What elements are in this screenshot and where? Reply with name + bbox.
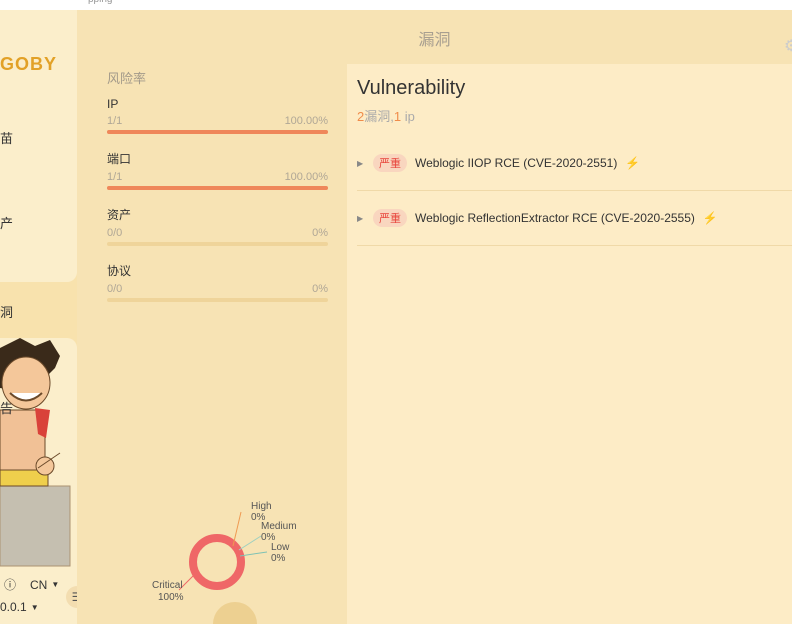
vulnerability-row[interactable]: ▶ 严重 Weblogic IIOP RCE (CVE-2020-2551) ⚡ — [357, 136, 792, 191]
language-select[interactable]: CN — [30, 578, 47, 592]
chevron-down-icon[interactable]: ▼ — [31, 603, 39, 612]
chevron-down-icon[interactable]: ▼ — [51, 580, 59, 589]
stat-ip: IP 1/1 100.00% — [107, 97, 328, 134]
sidebar-item-assets[interactable]: 产 — [0, 213, 13, 232]
stat-port: 端口 1/1 100.00% — [107, 150, 328, 190]
ip-count: 1 — [393, 109, 402, 124]
stat-protocol: 协议 0/0 0% — [107, 262, 328, 302]
donut-label-critical: Critical — [152, 580, 183, 591]
stat-progress-fill — [107, 130, 328, 134]
stat-progress-bar — [107, 242, 328, 246]
stat-progress-bar — [107, 130, 328, 134]
stat-percent: 100.00% — [284, 115, 328, 127]
stat-percent: 100.00% — [284, 171, 328, 183]
stat-progress-fill — [107, 186, 328, 190]
stat-count: 1/1 — [107, 171, 123, 183]
sidebar-item-scan[interactable]: 苗 — [0, 128, 13, 147]
sidebar: GOBY 苗 产 洞 告 ⓘ CN ▼ 0.0.1 ▼ — [0, 10, 77, 624]
stat-percent: 0% — [312, 283, 328, 295]
caret-right-icon[interactable]: ▶ — [357, 159, 365, 168]
vulnerability-title: Vulnerability — [357, 77, 466, 99]
leader-medium — [238, 535, 262, 551]
stat-name: 协议 — [107, 264, 132, 278]
severity-badge: 严重 — [373, 209, 407, 227]
mascot-hat-fragment — [213, 602, 257, 624]
stat-name: 资产 — [107, 208, 132, 222]
stat-count: 0/0 — [107, 283, 123, 295]
sidebar-item-reports[interactable]: 告 — [0, 398, 13, 417]
donut-label-low: Low — [271, 542, 290, 553]
donut-label-medium: Medium — [261, 521, 297, 532]
sidebar-item-vulnerabilities[interactable]: 洞 — [0, 302, 13, 321]
donut-svg — [178, 511, 268, 624]
stat-percent: 0% — [312, 227, 328, 239]
donut-critical-ring — [189, 534, 245, 590]
vulnerability-panel: Vulnerability 2漏洞,1 ip ▶ 严重 Weblogic IIO… — [347, 64, 792, 624]
vulnerability-name[interactable]: Weblogic ReflectionExtractor RCE (CVE-20… — [415, 211, 695, 225]
main-area: 漏洞 ⚙ 风险率 IP 1/1 100.00% 端口 1/1 100.00% 资产 … — [77, 10, 792, 624]
sidebar-nav-card: GOBY 苗 产 — [0, 10, 77, 282]
vulnerability-row[interactable]: ▶ 严重 Weblogic ReflectionExtractor RCE (C… — [357, 191, 792, 246]
stat-count: 1/1 — [107, 115, 123, 127]
version-select[interactable]: 0.0.1 — [0, 600, 27, 614]
stat-progress-bar — [107, 298, 328, 302]
stat-progress-bar — [107, 186, 328, 190]
version-line: 0.0.1 ▼ — [0, 600, 39, 614]
severity-donut-chart: High 0% Medium 0% Low 0% Critical 100% — [137, 490, 317, 624]
donut-label-high: High — [251, 501, 272, 512]
bolt-icon[interactable]: ⚡ — [703, 211, 718, 225]
stat-asset: 资产 0/0 0% — [107, 206, 328, 246]
vulnerability-summary: 2漏洞,1 ip — [357, 106, 415, 125]
vuln-count-unit: 漏洞, — [364, 109, 394, 124]
stat-name: 端口 — [107, 152, 132, 166]
severity-badge: 严重 — [373, 154, 407, 172]
vulnerability-name[interactable]: Weblogic IIOP RCE (CVE-2020-2551) — [415, 156, 617, 170]
ip-unit: ip — [401, 109, 415, 124]
info-icon[interactable]: ⓘ — [4, 576, 16, 593]
settings-icon[interactable]: ⚙ — [784, 36, 792, 56]
leader-high — [232, 511, 242, 547]
goby-logo: GOBY — [0, 54, 58, 74]
caret-right-icon[interactable]: ▶ — [357, 214, 365, 223]
risk-stats: 风险率 IP 1/1 100.00% 端口 1/1 100.00% 资产 0/0 0%… — [107, 68, 328, 318]
stat-name: IP — [107, 97, 119, 111]
donut-pct-critical: 100% — [158, 592, 184, 603]
leader-low — [239, 551, 268, 557]
risk-stats-title: 风险率 — [107, 71, 147, 86]
top-strip: pping — [0, 0, 792, 10]
top-strip-text: pping — [88, 0, 112, 5]
stat-count: 0/0 — [107, 227, 123, 239]
bolt-icon[interactable]: ⚡ — [625, 156, 640, 170]
page-title: 漏洞 — [418, 32, 451, 49]
donut-pct-low: 0% — [271, 553, 286, 564]
footer-settings: ⓘ CN ▼ — [0, 576, 59, 593]
